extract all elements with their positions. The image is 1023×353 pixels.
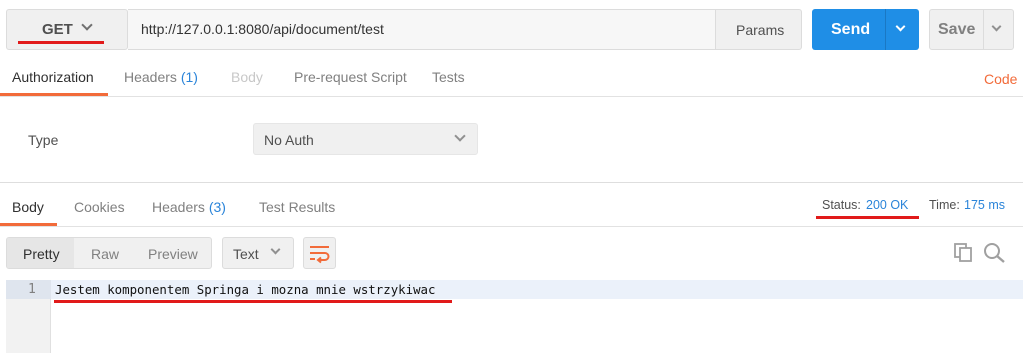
status-label: Status: — [822, 198, 861, 212]
status-value: 200 OK — [866, 198, 909, 212]
response-tab-cookies[interactable]: Cookies — [74, 199, 125, 215]
view-pretty-button[interactable]: Pretty — [23, 246, 60, 262]
headers-count: (1) — [180, 69, 198, 85]
tab-authorization[interactable]: Authorization — [12, 69, 94, 85]
time-label: Time: — [929, 198, 960, 212]
method-label: GET — [42, 21, 73, 38]
tab-tests[interactable]: Tests — [432, 69, 465, 85]
wrap-lines-icon — [310, 246, 330, 264]
auth-type-value: No Auth — [264, 132, 314, 148]
params-label: Params — [736, 22, 785, 38]
response-body-line[interactable]: Jestem komponentem Springa i mozna mnie … — [55, 282, 435, 297]
response-tab-headers[interactable]: Headers (3) — [152, 199, 226, 215]
save-divider — [983, 9, 984, 50]
section-divider — [0, 182, 1023, 183]
view-preview-button[interactable]: Preview — [148, 246, 198, 262]
annotation-underline-status — [816, 216, 919, 219]
response-tab-test-results[interactable]: Test Results — [259, 199, 335, 215]
tabs-divider — [0, 96, 1023, 97]
tab-headers[interactable]: Headers (1) — [124, 69, 198, 85]
time-value: 175 ms — [964, 198, 1005, 212]
response-tab-body[interactable]: Body — [12, 199, 44, 215]
line-number: 1 — [28, 282, 36, 297]
code-link[interactable]: Code — [984, 71, 1017, 87]
save-label: Save — [938, 21, 976, 38]
tab-body[interactable]: Body — [231, 69, 263, 85]
format-value: Text — [233, 246, 259, 262]
annotation-underline-method — [18, 41, 104, 44]
tab-pre-request-script[interactable]: Pre-request Script — [294, 69, 407, 85]
auth-type-label: Type — [28, 132, 59, 148]
response-tabs-divider — [0, 226, 1023, 227]
view-raw-button[interactable]: Raw — [91, 246, 119, 262]
send-divider — [885, 9, 886, 50]
send-label: Send — [831, 21, 871, 38]
url-text: http://127.0.0.1:8080/api/document/test — [141, 21, 384, 37]
response-headers-count: (3) — [208, 199, 226, 215]
search-icon[interactable] — [983, 242, 1007, 264]
annotation-underline-body — [54, 300, 452, 303]
copy-icon[interactable] — [953, 242, 975, 264]
